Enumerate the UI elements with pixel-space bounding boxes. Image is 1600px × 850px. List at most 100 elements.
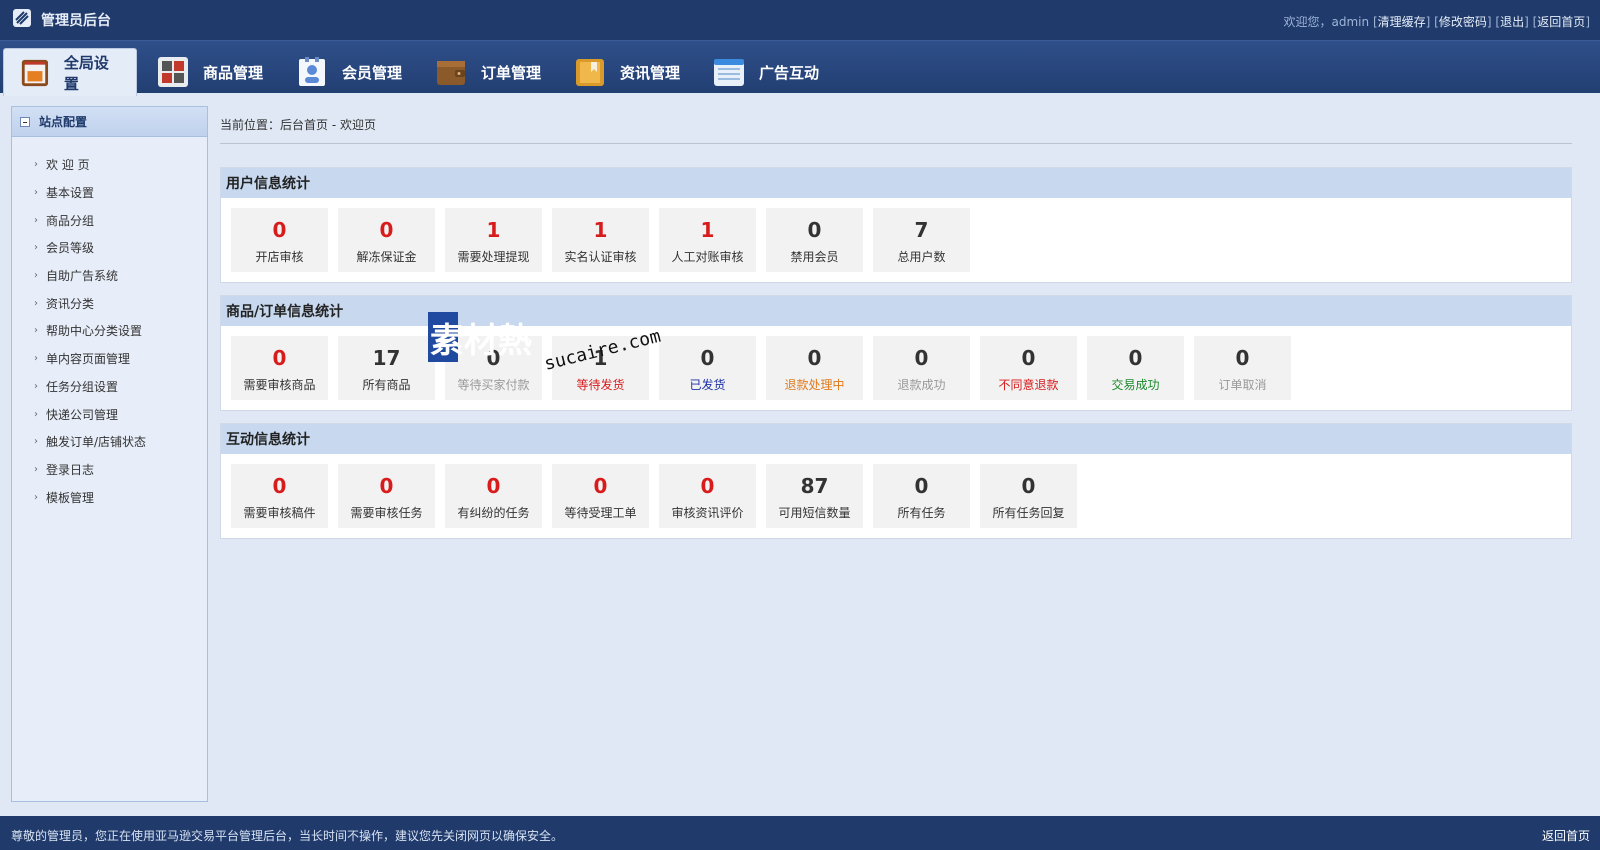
tab-member-management[interactable]: 会员管理 xyxy=(296,48,402,96)
stat-value: 0 xyxy=(272,346,287,370)
stat-value: 0 xyxy=(379,218,394,242)
stat-card[interactable]: 0 不同意退款 xyxy=(980,336,1077,400)
stat-label: 人工对账审核 xyxy=(671,250,744,264)
collapse-icon[interactable] xyxy=(20,116,30,127)
stat-label: 审核资讯评价 xyxy=(671,506,744,520)
sidebar-item-basic-settings[interactable]: › 基本设置 xyxy=(12,179,207,207)
logout-link[interactable]: 退出 xyxy=(1500,15,1524,29)
member-card-icon xyxy=(299,57,325,86)
stat-value: 0 xyxy=(1128,346,1143,370)
stat-card[interactable]: 1 需要处理提现 xyxy=(445,208,542,272)
tab-order-management[interactable]: 订单管理 xyxy=(435,48,541,96)
stat-card[interactable]: 0 开店审核 xyxy=(231,208,328,272)
stat-value: 0 xyxy=(379,474,394,498)
sidebar-item-news-categories[interactable]: › 资讯分类 xyxy=(12,289,207,317)
chevron-right-icon: › xyxy=(34,159,38,171)
stat-value: 0 xyxy=(807,218,822,242)
stat-value: 0 xyxy=(593,474,608,498)
sidebar-item-goods-groups[interactable]: › 商品分组 xyxy=(12,206,207,234)
sidebar-item-label: 自助广告系统 xyxy=(46,269,119,284)
sidebar-item-member-levels[interactable]: › 会员等级 xyxy=(12,234,207,262)
sidebar: 站点配置 › 欢 迎 页 › 基本设置 › 商品分组 › 会员等级 › 自助广告系统 › 资… xyxy=(11,106,208,802)
sidebar-item-express-companies[interactable]: › 快递公司管理 xyxy=(12,400,207,428)
panel-title: 互动信息统计 xyxy=(221,424,1571,454)
stats-panel: 互动信息统计 0 需要审核稿件 0 需要审核任务 0 有纠纷的任务 0 等待受理工单 0 审核资讯评… xyxy=(220,423,1572,539)
chevron-right-icon: › xyxy=(34,214,38,226)
stat-value: 0 xyxy=(1021,474,1036,498)
stat-card[interactable]: 1 人工对账审核 xyxy=(659,208,756,272)
stat-value: 0 xyxy=(914,474,929,498)
stat-card[interactable]: 0 需要审核任务 xyxy=(338,464,435,528)
stat-card[interactable]: 0 审核资讯评价 xyxy=(659,464,756,528)
sidebar-item-label: 模板管理 xyxy=(46,490,95,505)
footer-home-link[interactable]: 返回首页 xyxy=(1542,827,1590,844)
stat-label: 实名认证审核 xyxy=(564,250,637,264)
stat-card[interactable]: 0 所有任务 xyxy=(873,464,970,528)
sidebar-item-trigger-status[interactable]: › 触发订单/店铺状态 xyxy=(12,428,207,456)
tab-ad-interaction[interactable]: 广告互动 xyxy=(713,48,819,96)
footer: 尊敬的管理员，您正在使用亚马逊交易平台管理后台，当长时间不操作，建议您先关闭网页… xyxy=(0,816,1600,850)
sidebar-item-single-pages[interactable]: › 单内容页面管理 xyxy=(12,345,207,373)
stats-panel: 商品/订单信息统计 0 需要审核商品 17 所有商品 0 等待买家付款 1 等待发货 0 已发货 0 退… xyxy=(220,295,1572,411)
stat-label: 总用户数 xyxy=(897,250,946,264)
watermark: 素材熱 sucaire.com xyxy=(428,312,663,375)
tab-global-settings[interactable]: 全局设置 xyxy=(3,48,137,96)
chevron-right-icon: › xyxy=(34,491,38,503)
stat-card[interactable]: 0 需要审核商品 xyxy=(231,336,328,400)
stat-label: 等待受理工单 xyxy=(564,506,637,520)
stat-card[interactable]: 0 退款处理中 xyxy=(766,336,863,400)
sidebar-item-label: 商品分组 xyxy=(46,213,95,228)
sidebar-item-help-categories[interactable]: › 帮助中心分类设置 xyxy=(12,317,207,345)
tab-label: 广告互动 xyxy=(759,63,820,82)
top-links: 欢迎您，admin [清理缓存] [修改密码] [退出] [返回首页] xyxy=(1283,15,1590,29)
sidebar-item-login-log[interactable]: › 登录日志 xyxy=(12,456,207,484)
chevron-right-icon: › xyxy=(34,353,38,365)
tab-goods-management[interactable]: 商品管理 xyxy=(157,48,263,96)
sidebar-title: 站点配置 xyxy=(39,115,88,129)
stat-cards: 0 开店审核 0 解冻保证金 1 需要处理提现 1 实名认证审核 1 人工对账审核 0 禁用会员 7 总用… xyxy=(221,198,1571,282)
sidebar-item-label: 任务分组设置 xyxy=(46,379,119,394)
clear-cache-link[interactable]: 清理缓存 xyxy=(1378,15,1426,29)
stat-label: 已发货 xyxy=(689,378,726,392)
stat-card[interactable]: 17 所有商品 xyxy=(338,336,435,400)
stat-value: 0 xyxy=(807,346,822,370)
stat-value: 87 xyxy=(800,474,829,498)
stat-card[interactable]: 0 退款成功 xyxy=(873,336,970,400)
stat-label: 禁用会员 xyxy=(790,250,839,264)
sidebar-item-label: 欢 迎 页 xyxy=(46,158,90,173)
stat-card[interactable]: 0 等待受理工单 xyxy=(552,464,649,528)
stat-label: 有纠纷的任务 xyxy=(457,506,530,520)
sidebar-item-label: 会员等级 xyxy=(46,241,95,256)
tab-news-management[interactable]: 资讯管理 xyxy=(574,48,680,96)
stat-card[interactable]: 0 有纠纷的任务 xyxy=(445,464,542,528)
stat-value: 17 xyxy=(372,346,401,370)
change-password-link[interactable]: 修改密码 xyxy=(1439,15,1487,29)
chevron-right-icon: › xyxy=(34,380,38,392)
back-home-link[interactable]: 返回首页 xyxy=(1537,15,1585,29)
chevron-right-icon: › xyxy=(34,436,38,448)
sidebar-menu: › 欢 迎 页 › 基本设置 › 商品分组 › 会员等级 › 自助广告系统 › 资讯分类 ›… xyxy=(12,137,207,511)
sidebar-item-self-ad-system[interactable]: › 自助广告系统 xyxy=(12,262,207,290)
stat-card[interactable]: 0 订单取消 xyxy=(1194,336,1291,400)
goods-grid-icon xyxy=(158,57,188,87)
sidebar-header[interactable]: 站点配置 xyxy=(12,107,207,137)
sidebar-item-task-groups[interactable]: › 任务分组设置 xyxy=(12,373,207,401)
wallet-icon xyxy=(437,61,465,85)
stat-card[interactable]: 0 所有任务回复 xyxy=(980,464,1077,528)
panel-title: 用户信息统计 xyxy=(221,168,1571,198)
sidebar-item-templates[interactable]: › 模板管理 xyxy=(12,483,207,511)
stat-card[interactable]: 1 实名认证审核 xyxy=(552,208,649,272)
stat-label: 交易成功 xyxy=(1111,378,1160,392)
stat-label: 订单取消 xyxy=(1218,378,1267,392)
welcome-text: 欢迎您，admin xyxy=(1283,15,1370,29)
stat-card[interactable]: 7 总用户数 xyxy=(873,208,970,272)
stat-value: 0 xyxy=(272,218,287,242)
stat-card[interactable]: 0 交易成功 xyxy=(1087,336,1184,400)
sidebar-item-welcome[interactable]: › 欢 迎 页 xyxy=(12,151,207,179)
stat-card[interactable]: 0 需要审核稿件 xyxy=(231,464,328,528)
stat-card[interactable]: 87 可用短信数量 xyxy=(766,464,863,528)
sidebar-item-label: 资讯分类 xyxy=(46,296,95,311)
stat-card[interactable]: 0 禁用会员 xyxy=(766,208,863,272)
stat-card[interactable]: 0 解冻保证金 xyxy=(338,208,435,272)
stat-label: 解冻保证金 xyxy=(356,250,417,264)
